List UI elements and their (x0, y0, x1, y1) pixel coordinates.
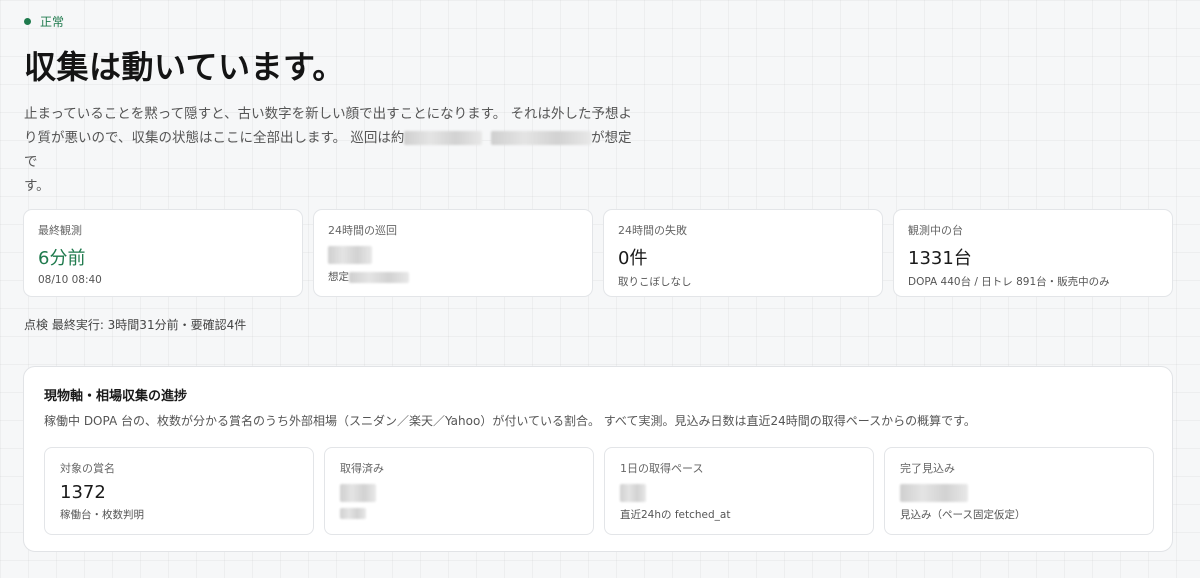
stat-sub: DOPA 440台 / 日トレ 891台・販売中のみ (908, 276, 1110, 288)
page-description: 止まっていることを黙って隠すと、古い数字を新しい顔で出すことになります。 それは… (24, 102, 644, 198)
stat-label: 24時間の巡回 (328, 224, 397, 237)
status-dot-icon (24, 18, 31, 25)
check-status-line: 点検 最終実行: 3時間31分前・要確認4件 (24, 318, 247, 332)
stat-sub: 取りこぼしなし (618, 276, 692, 288)
status-label: 正常 (40, 15, 65, 29)
stat-sub: 想定 (328, 269, 578, 284)
redacted-value (620, 484, 646, 502)
redacted-value (340, 484, 376, 502)
panel-description: 稼働中 DOPA 台の、枚数が分かる賞名のうち外部相場（スニダン／楽天／Yaho… (44, 414, 976, 428)
description-line: す。 (24, 178, 50, 194)
progress-sub: 見込み（ペース固定仮定） (900, 509, 1026, 521)
progress-panel: 現物軸・相場収集の進捗 稼働中 DOPA 台の、枚数が分かる賞名のうち外部相場（… (23, 366, 1173, 552)
stat-card-observed-machines: 観測中の台 1331台 DOPA 440台 / 日トレ 891台・販売中のみ (893, 209, 1173, 297)
progress-sub: 稼働台・枚数判明 (60, 509, 144, 521)
redacted-value (328, 246, 372, 264)
progress-value: 1372 (60, 482, 106, 503)
stat-label: 観測中の台 (908, 224, 963, 237)
stat-card-24h-failures: 24時間の失敗 0件 取りこぼしなし (603, 209, 883, 297)
stat-card-last-observation: 最終観測 6分前 08/10 08:40 (23, 209, 303, 297)
stat-label: 24時間の失敗 (618, 224, 687, 237)
progress-value (900, 482, 1138, 503)
description-line: り質が悪いので、収集の状態はここに全部出します。 巡回は約 が想定で (24, 130, 632, 170)
stat-value: 0件 (618, 248, 648, 269)
redacted-text (349, 271, 409, 283)
progress-sub: 直近24hの fetched_at (620, 509, 731, 521)
redacted-text (404, 131, 483, 145)
progress-label: 1日の取得ペース (620, 462, 704, 475)
description-line: 止まっていることを黙って隠すと、古い数字を新しい顔で出すことになります。 それは… (24, 106, 633, 122)
panel-title: 現物軸・相場収集の進捗 (44, 389, 188, 404)
progress-value (620, 482, 858, 503)
progress-card-target-prizes: 対象の賞名 1372 稼働台・枚数判明 (44, 447, 314, 535)
progress-sub (340, 507, 578, 519)
status-indicator: 正常 (24, 13, 64, 30)
progress-label: 取得済み (340, 462, 384, 475)
redacted-text (491, 131, 591, 145)
redacted-value (900, 484, 968, 502)
stat-card-24h-patrol: 24時間の巡回 想定 (313, 209, 593, 297)
page-title: 収集は動いています。 (24, 48, 345, 86)
stat-sub: 08/10 08:40 (38, 274, 102, 286)
stat-value: 6分前 (38, 248, 86, 269)
progress-label: 完了見込み (900, 462, 955, 475)
progress-value (340, 482, 578, 503)
stat-label: 最終観測 (38, 224, 82, 237)
progress-card-completion-estimate: 完了見込み 見込み（ペース固定仮定） (884, 447, 1154, 535)
progress-card-acquired: 取得済み (324, 447, 594, 535)
progress-label: 対象の賞名 (60, 462, 115, 475)
progress-card-daily-pace: 1日の取得ペース 直近24hの fetched_at (604, 447, 874, 535)
redacted-text (340, 507, 366, 519)
stat-value (328, 244, 578, 265)
stat-value: 1331台 (908, 248, 972, 269)
